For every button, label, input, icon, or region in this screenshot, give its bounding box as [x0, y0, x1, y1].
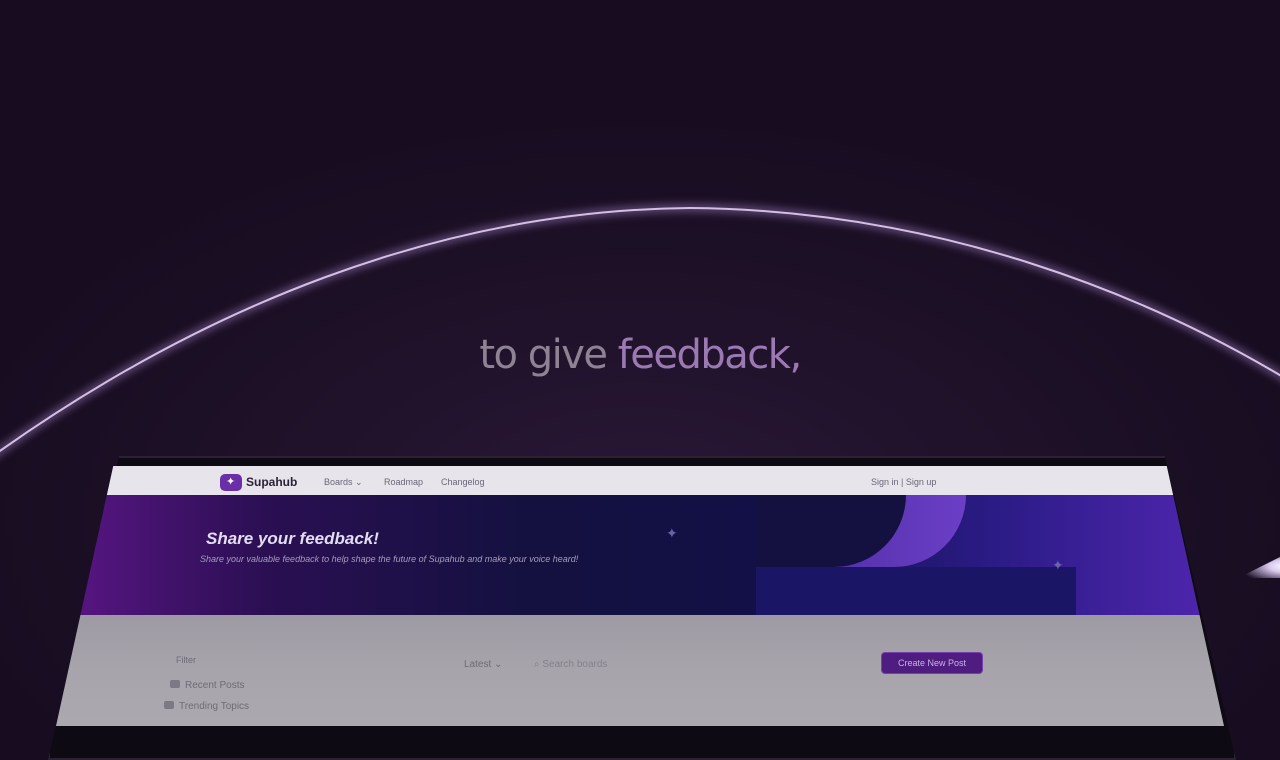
- trending-icon: [164, 701, 174, 709]
- create-post-button[interactable]: Create New Post: [881, 652, 983, 674]
- headline-accent: feedback,: [617, 332, 802, 378]
- headline-lead: to give: [479, 332, 618, 378]
- nav-roadmap[interactable]: Roadmap: [384, 477, 423, 487]
- hero-banner: Share your feedback! Share your valuable…: [56, 495, 1224, 615]
- hero-subtitle: Share your valuable feedback to help sha…: [200, 554, 579, 564]
- sidebar-item-trending[interactable]: Trending Topics: [164, 701, 249, 712]
- nav-boards[interactable]: Boards ⌄: [324, 477, 363, 488]
- headline: to give feedback,: [0, 332, 1280, 378]
- sparkle-icon: ✦: [1052, 557, 1064, 573]
- sign-in-link[interactable]: Sign in | Sign up: [871, 477, 936, 487]
- hero-title: Share your feedback!: [206, 529, 379, 548]
- content-area: Filter Recent Posts Trending Topics Late…: [56, 615, 1224, 726]
- logo-icon[interactable]: ✦: [220, 474, 242, 491]
- nav-changelog[interactable]: Changelog: [441, 477, 485, 487]
- sort-dropdown[interactable]: Latest ⌄: [464, 659, 502, 670]
- app-topbar: ✦ Supahub Boards ⌄ Roadmap Changelog Sig…: [56, 466, 1224, 495]
- sparkle-icon: ✦: [666, 525, 678, 541]
- search-input[interactable]: ⌕ Search boards: [534, 659, 607, 670]
- post-icon: [170, 680, 180, 688]
- sidebar-item-recent[interactable]: Recent Posts: [170, 680, 244, 691]
- brand-name[interactable]: Supahub: [246, 475, 297, 489]
- app-screen: ✦ Supahub Boards ⌄ Roadmap Changelog Sig…: [56, 466, 1224, 726]
- filter-label: Filter: [176, 655, 196, 665]
- hero-decoration: [756, 567, 1076, 615]
